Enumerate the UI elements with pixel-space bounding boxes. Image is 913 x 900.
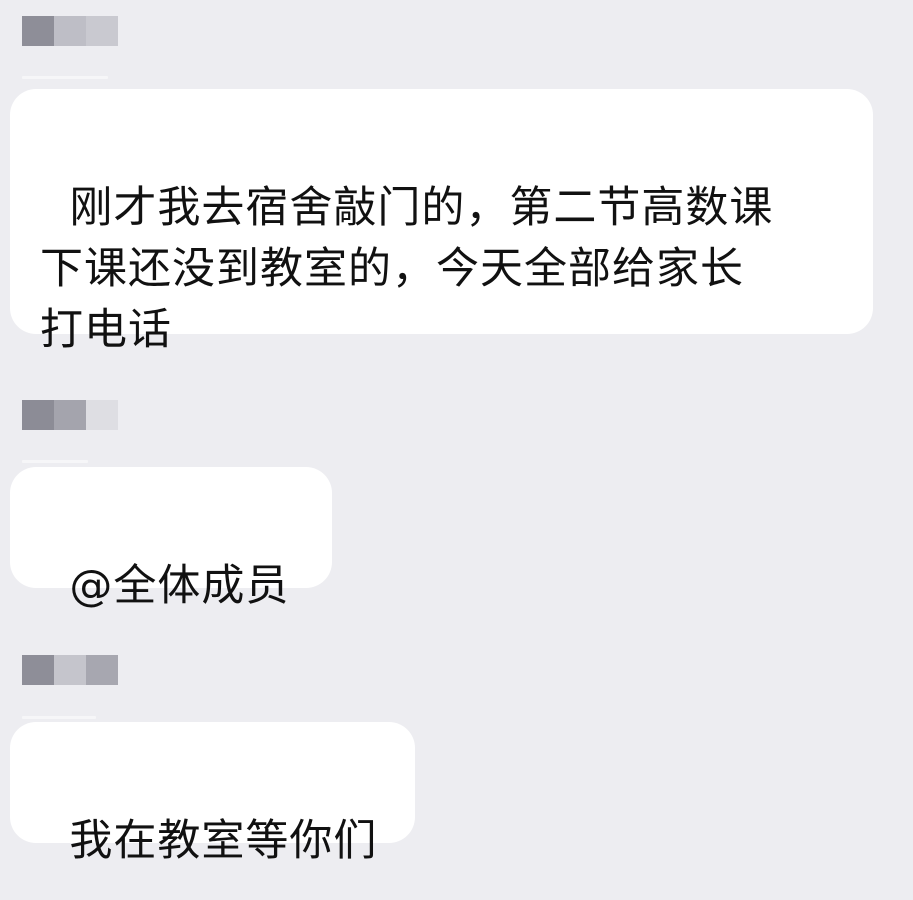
sender-name-redacted-2[interactable] (22, 400, 118, 430)
redacted-block (22, 16, 54, 46)
message-text: 刚才我去宿舍敲门的，第二节高数课 下课还没到教室的，今天全部给家长 打电话 (40, 183, 774, 355)
sender-subtitle-redacted-3 (22, 716, 96, 719)
message-text: @全体成员 (69, 561, 290, 611)
message-bubble-1[interactable]: 刚才我去宿舍敲门的，第二节高数课 下课还没到教室的，今天全部给家长 打电话 (10, 89, 873, 355)
redacted-block (86, 16, 118, 46)
sender-name-redacted-3[interactable] (22, 655, 118, 685)
message-bubble-3[interactable]: 我在教室等你们 (10, 722, 415, 866)
message-bubble-2[interactable]: @全体成员 (10, 467, 332, 611)
sender-name-redacted-1[interactable] (22, 16, 118, 46)
redacted-block (22, 400, 54, 430)
sender-subtitle-redacted-2 (22, 460, 88, 463)
redacted-block (54, 655, 86, 685)
redacted-block (54, 400, 86, 430)
redacted-block (54, 16, 86, 46)
redacted-block (86, 655, 118, 685)
sender-subtitle-redacted-1 (22, 76, 108, 79)
redacted-block (86, 400, 118, 430)
redacted-block (22, 655, 54, 685)
message-text: 我在教室等你们 (69, 816, 378, 866)
